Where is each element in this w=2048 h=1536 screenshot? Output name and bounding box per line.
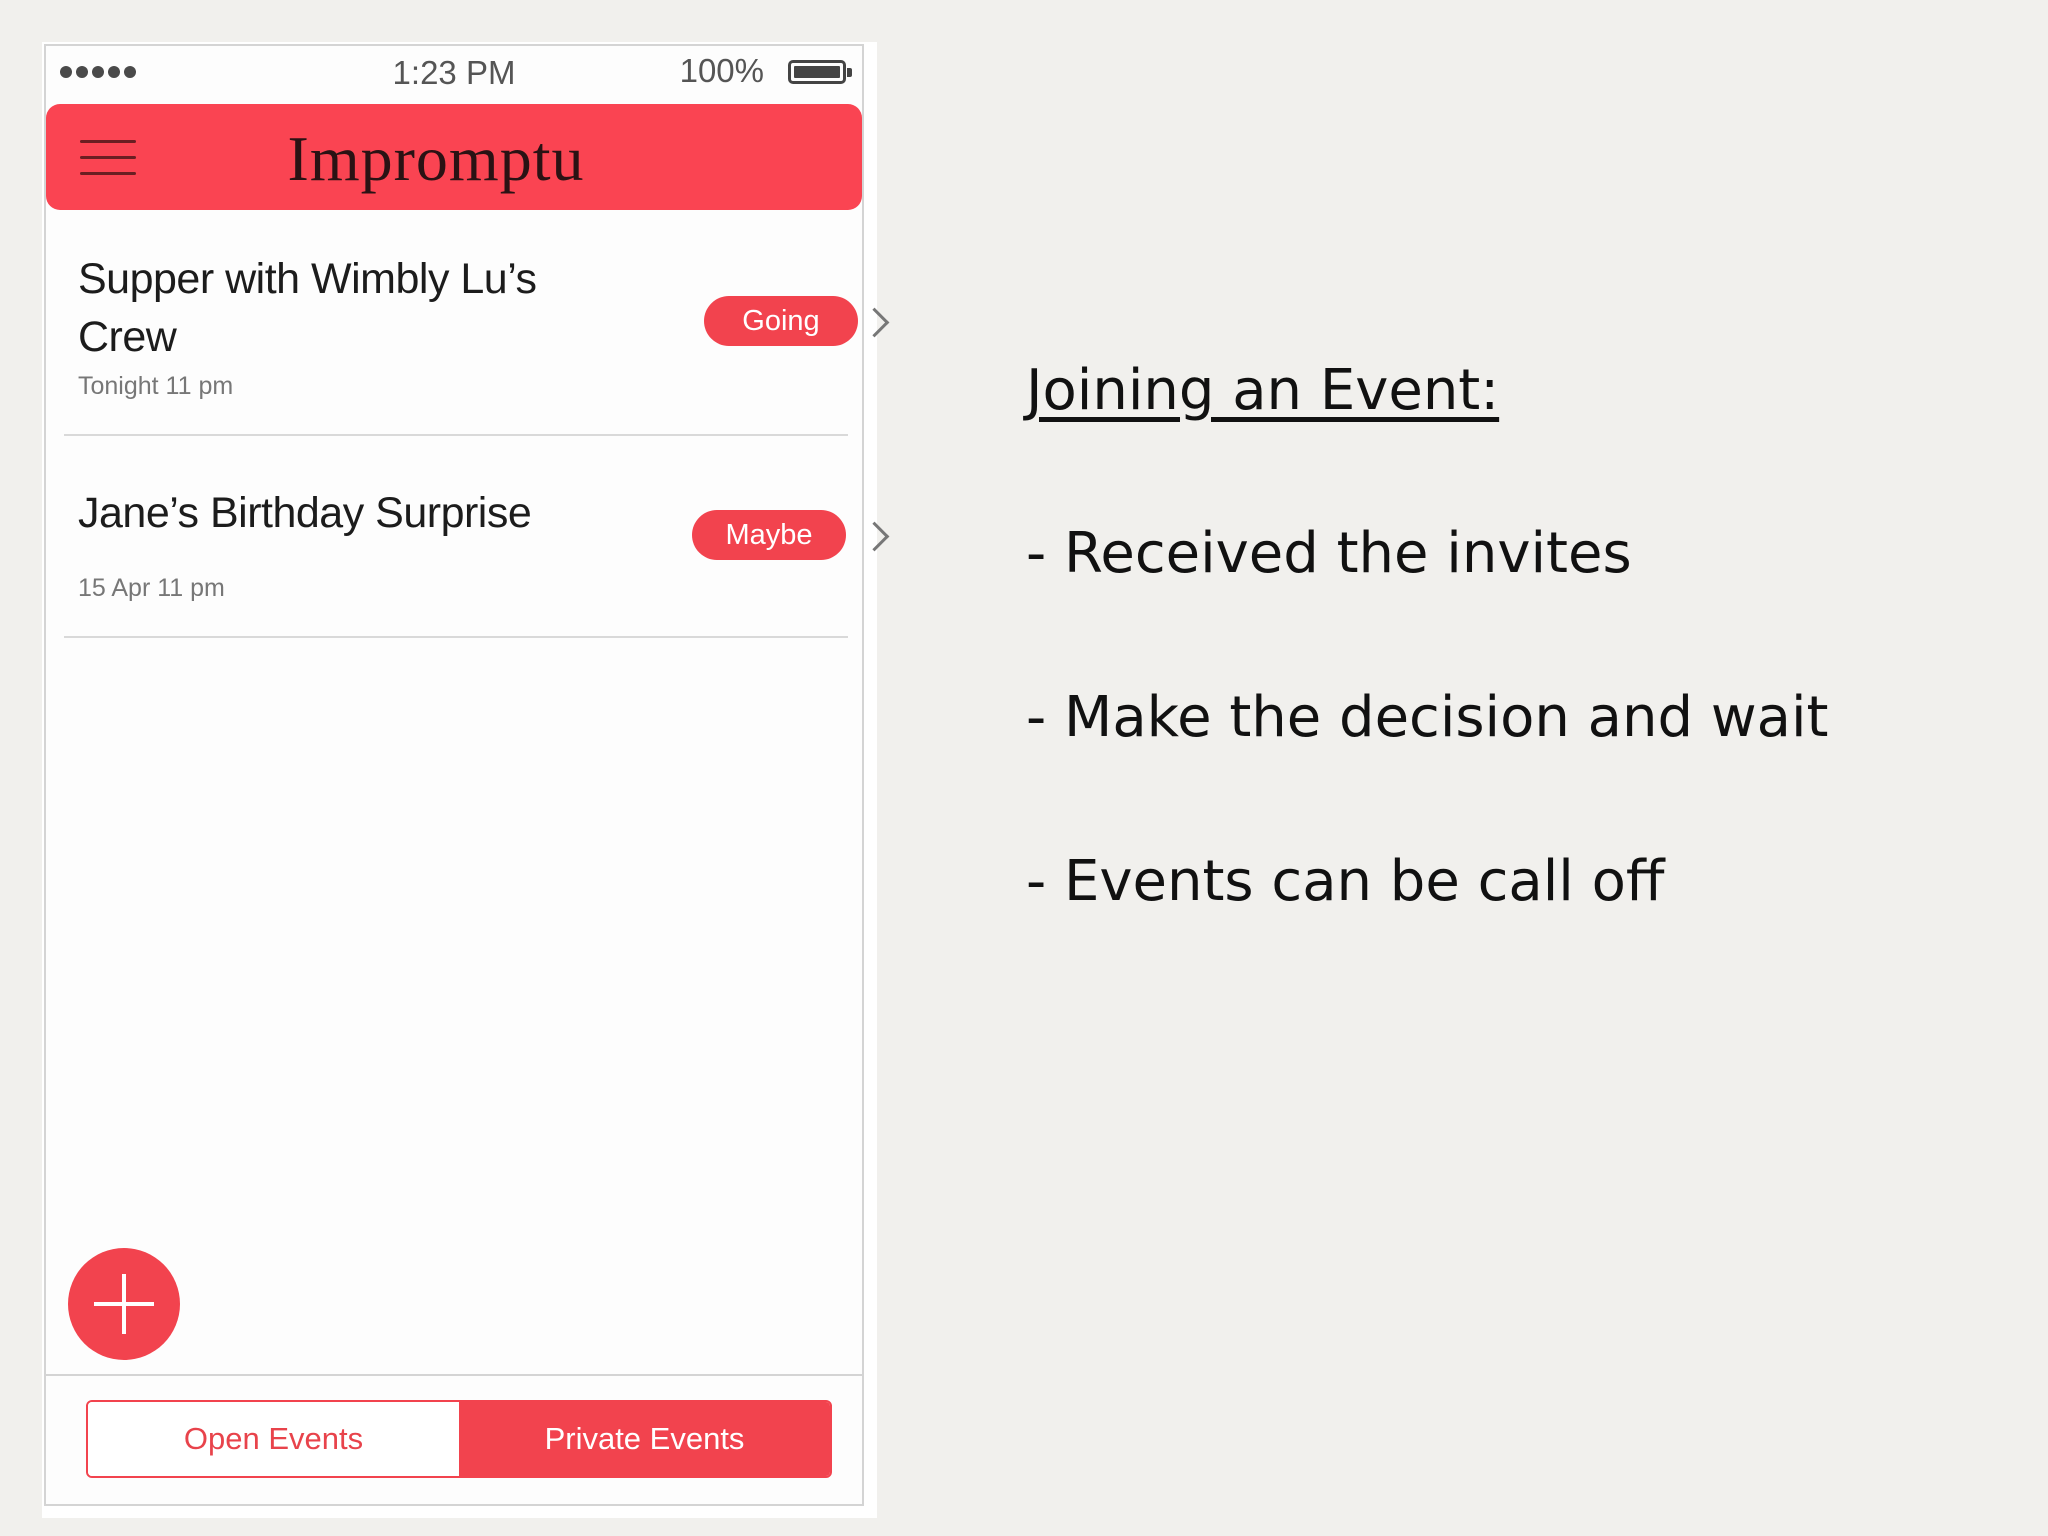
note-item: - Make the decision and wait — [1026, 685, 1829, 750]
note-item: - Events can be call off — [1026, 849, 1665, 914]
battery-percentage: 100% — [679, 52, 764, 89]
event-time: 15 Apr 11 pm — [78, 574, 225, 602]
tab-private-events[interactable]: Private Events — [459, 1402, 830, 1476]
event-title: Jane’s Birthday Surprise — [78, 489, 532, 537]
event-row[interactable]: Jane’s Birthday Surprise 15 Apr 11 pm Ma… — [64, 436, 890, 638]
tab-bar: Open Events Private Events — [46, 1374, 862, 1508]
note-item: - Received the invites — [1026, 521, 1632, 586]
event-time: Tonight 11 pm — [78, 372, 234, 400]
app-header: Impromptu — [46, 104, 862, 210]
phone-screen: 1:23 PM 100% Impromptu Supper with Wimbl… — [44, 44, 890, 1508]
event-title: Supper with Wimbly Lu’s Crew — [78, 255, 537, 361]
rsvp-status-badge[interactable]: Maybe — [692, 510, 846, 560]
event-row[interactable]: Supper with Wimbly Lu’s Crew Tonight 11 … — [64, 222, 890, 436]
status-bar: 1:23 PM 100% — [46, 46, 862, 104]
event-list: Supper with Wimbly Lu’s Crew Tonight 11 … — [64, 222, 890, 638]
event-type-segmented-control: Open Events Private Events — [86, 1400, 832, 1478]
app-title: Impromptu — [287, 123, 585, 194]
notes-heading: Joining an Event: — [1026, 358, 1500, 423]
battery-icon — [788, 60, 852, 84]
add-event-button[interactable] — [68, 1248, 180, 1360]
rsvp-status-badge[interactable]: Going — [704, 296, 858, 346]
tab-open-events[interactable]: Open Events — [88, 1402, 459, 1476]
